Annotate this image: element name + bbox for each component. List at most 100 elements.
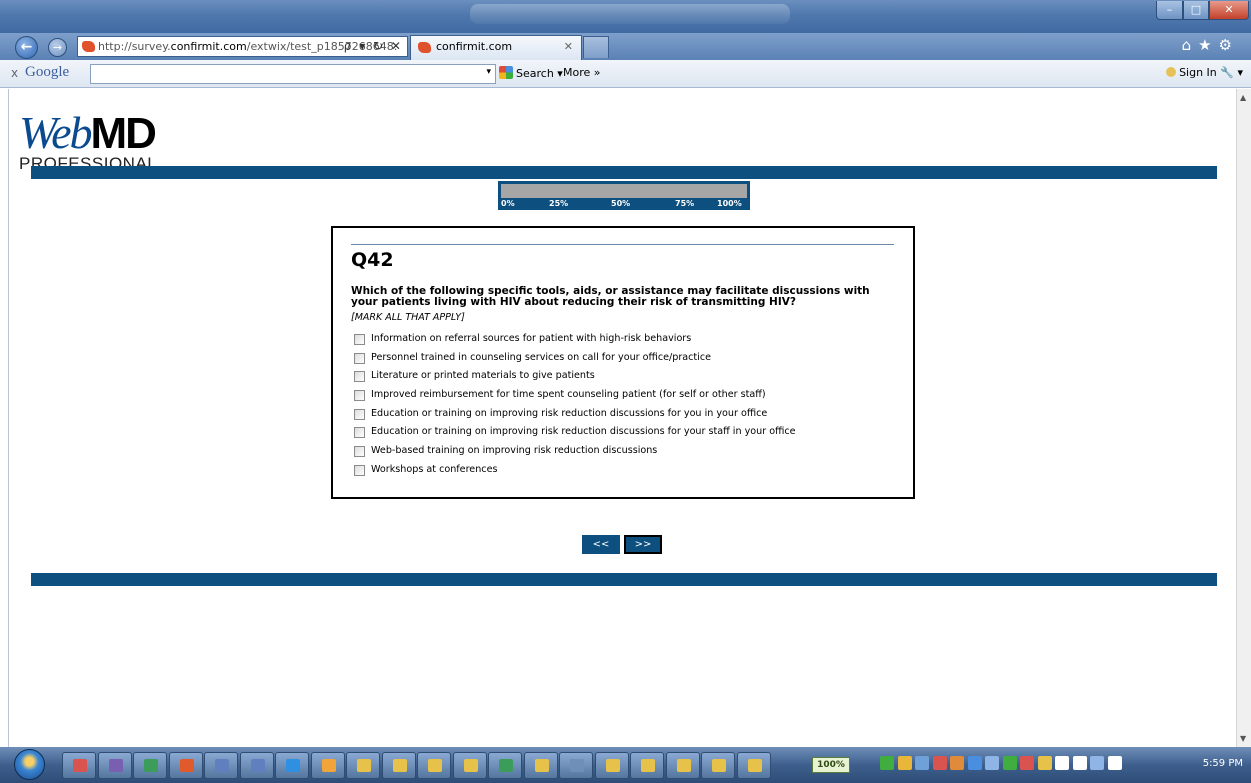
tray-icon[interactable]	[985, 756, 999, 770]
taskbar-app-button[interactable]	[559, 752, 593, 779]
app-icon	[676, 759, 691, 772]
taskbar-app-button[interactable]	[523, 752, 558, 779]
taskbar-app-button[interactable]	[594, 752, 629, 779]
start-button[interactable]	[14, 749, 45, 780]
app-icon	[321, 759, 336, 772]
taskbar-app-button[interactable]	[346, 752, 380, 779]
option-checkbox[interactable]	[354, 390, 365, 402]
google-search-icon	[499, 66, 513, 79]
logo-md: MD	[90, 109, 157, 158]
tray-icon[interactable]	[1072, 756, 1087, 770]
home-favorites-tools-icons[interactable]: ⌂★⚙	[1182, 36, 1239, 54]
option-label[interactable]: Education or training on improving risk …	[371, 426, 796, 437]
title-glow	[470, 4, 790, 24]
close-window-button[interactable]: ✕	[1209, 1, 1249, 20]
question-box: Q42 Which of the following specific tool…	[331, 226, 915, 499]
taskbar-app-button[interactable]	[701, 752, 735, 779]
scroll-up-icon[interactable]: ▲	[1240, 93, 1246, 102]
progress-tick-label: 0%	[501, 199, 515, 208]
tray-icon[interactable]	[1090, 756, 1104, 770]
minimize-button[interactable]: –	[1156, 1, 1183, 20]
app-icon	[747, 759, 762, 772]
option-checkbox[interactable]	[354, 427, 365, 439]
tray-icon[interactable]	[1055, 756, 1069, 770]
taskbar-app-button[interactable]	[275, 752, 309, 779]
next-button[interactable]: >>	[624, 535, 662, 554]
tray-icon[interactable]	[1020, 756, 1034, 770]
site-favicon-icon	[82, 41, 95, 52]
address-bar[interactable]: http://survey.confirmit.com/extwix/test_…	[77, 36, 408, 57]
more-button[interactable]: More »	[563, 66, 601, 79]
taskbar-app-button[interactable]	[665, 752, 700, 779]
page-content: WebMD PROFESSIONAL 0% 25% 50% 75% 100% Q42 W…	[8, 89, 1236, 747]
taskbar-app-button[interactable]	[417, 752, 451, 779]
maximize-button[interactable]: □	[1183, 1, 1209, 20]
option-checkbox[interactable]	[354, 334, 365, 345]
option-label[interactable]: Education or training on improving risk …	[371, 408, 767, 419]
sign-in-button[interactable]: Sign In 🔧 ▾	[1166, 66, 1243, 79]
option-label[interactable]: Improved reimbursement for time spent co…	[371, 389, 766, 400]
taskbar-app-button[interactable]	[204, 752, 238, 779]
option-label[interactable]: Personnel trained in counseling services…	[371, 352, 711, 363]
tray-icon[interactable]	[880, 756, 894, 770]
taskbar-app-button[interactable]	[168, 752, 203, 779]
option-checkbox[interactable]	[354, 352, 365, 364]
option-label[interactable]: Workshops at conferences	[371, 464, 497, 475]
tray-icon[interactable]	[932, 756, 947, 770]
url-prefix: http://survey.	[98, 40, 171, 53]
window-titlebar: – □ ✕	[0, 0, 1251, 33]
toolbar-close-icon[interactable]: x	[11, 66, 18, 80]
taskbar-app-button[interactable]	[381, 752, 416, 779]
option-checkbox[interactable]	[354, 371, 365, 383]
taskbar-app-button[interactable]	[736, 752, 771, 779]
option-checkbox[interactable]	[354, 408, 365, 420]
taskbar-app-button[interactable]	[452, 752, 487, 779]
taskbar-app-button[interactable]	[62, 752, 96, 779]
tray-icon[interactable]	[1037, 756, 1052, 770]
tray-icon[interactable]	[1107, 756, 1122, 770]
tray-icon[interactable]	[967, 756, 982, 770]
app-icon	[215, 759, 229, 772]
option-label[interactable]: Information on referral sources for pati…	[371, 333, 691, 344]
taskbar-app-button[interactable]	[97, 752, 132, 779]
logo-web: Web	[19, 107, 93, 158]
back-button[interactable]: ←	[15, 36, 38, 59]
wrench-icon[interactable]: 🔧 ▾	[1220, 66, 1243, 79]
app-icon	[286, 759, 300, 772]
progress-track	[501, 184, 747, 198]
battery-indicator[interactable]: 100%	[812, 757, 850, 773]
webmd-logo: WebMD PROFESSIONAL	[19, 106, 157, 173]
search-dropdown-icon[interactable]: ▾	[486, 67, 491, 77]
tray-icon[interactable]	[1002, 756, 1017, 770]
vertical-scrollbar[interactable]: ▲ ▼	[1236, 89, 1251, 747]
taskbar-app-button[interactable]	[630, 752, 664, 779]
tray-icon[interactable]	[897, 756, 912, 770]
taskbar-app-button[interactable]	[133, 752, 167, 779]
tray-icon[interactable]	[915, 756, 929, 770]
progress-tick-label: 50%	[611, 199, 631, 208]
taskbar-app-button[interactable]	[239, 752, 274, 779]
taskbar-clock[interactable]: 5:59 PM	[1203, 758, 1243, 769]
tab-confirmit[interactable]: confirmit.com ✕	[410, 35, 582, 60]
tab-close-icon[interactable]: ✕	[564, 36, 573, 58]
option-label[interactable]: Literature or printed materials to give …	[371, 370, 595, 381]
scroll-down-icon[interactable]: ▼	[1240, 734, 1246, 743]
forward-button[interactable]: →	[48, 38, 67, 57]
google-search-button[interactable]: Search ▾	[499, 66, 563, 80]
previous-button[interactable]: <<	[582, 535, 620, 554]
search-arrow-icon: ▾	[557, 67, 563, 80]
taskbar-app-button[interactable]	[488, 752, 522, 779]
google-search-input[interactable]: ▾	[90, 64, 496, 84]
progress-tick-label: 75%	[675, 199, 695, 208]
taskbar-app-button[interactable]	[310, 752, 345, 779]
new-tab-button[interactable]	[583, 36, 609, 58]
app-icon	[428, 759, 442, 772]
sign-in-label: Sign In	[1179, 66, 1217, 79]
address-controls[interactable]: ρ ▾ ↻ ✕	[344, 37, 403, 56]
option-label[interactable]: Web-based training on improving risk red…	[371, 445, 657, 456]
app-icon	[534, 759, 549, 772]
app-icon	[605, 759, 620, 772]
tray-icon[interactable]	[950, 756, 964, 770]
option-checkbox[interactable]	[354, 446, 365, 458]
option-checkbox[interactable]	[354, 464, 365, 476]
